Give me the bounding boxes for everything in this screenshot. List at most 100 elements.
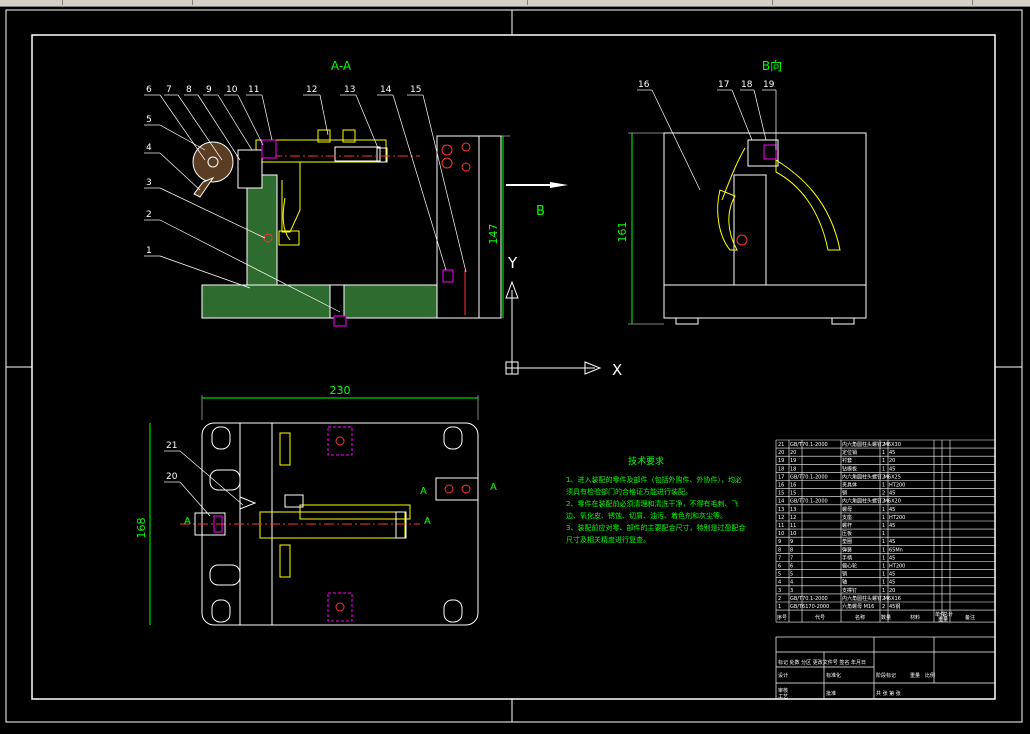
- bom-cell-qty: 1: [882, 547, 885, 553]
- svg-text:A: A: [184, 516, 191, 527]
- drawing-canvas[interactable]: A-A 147 B 6 7 8 9 10 11 12 13 14 15 5 4 …: [0, 7, 1030, 730]
- bom-cell-mat: 45: [889, 572, 895, 578]
- bom-cell-qty: 1: [882, 564, 885, 570]
- bom-cell-code: 12: [790, 515, 796, 521]
- bom-cell-code: GB/T70.1-2000: [790, 474, 828, 480]
- svg-text:9: 9: [206, 85, 212, 95]
- toolbar-button-4[interactable]: [527, 0, 773, 5]
- bom-cell-seq: 14: [778, 499, 784, 505]
- bom-cell-mat: 65Mn: [889, 547, 903, 553]
- bom-cell-mat: HT200: [889, 564, 905, 570]
- svg-text:6: 6: [146, 85, 152, 95]
- bom-cell-seq: 6: [778, 564, 781, 570]
- svg-text:20: 20: [166, 472, 178, 482]
- svg-text:12: 12: [306, 85, 317, 95]
- bom-cell-code: 18: [790, 466, 796, 472]
- bom-cell-mat: 45: [889, 555, 895, 561]
- svg-text:比例: 比例: [925, 672, 935, 679]
- bom-cell-qty: 1: [882, 466, 885, 472]
- bom-cell-mat: HT200: [889, 483, 905, 489]
- bom-cell-name: 夹具体: [842, 482, 857, 489]
- base-bolt-slot: [329, 284, 345, 319]
- bom-cell-seq: 16: [778, 483, 784, 489]
- bom-cell-seq: 4: [778, 580, 781, 586]
- bom-cell-seq: 12: [778, 515, 784, 521]
- bom-cell-qty: 2: [882, 596, 885, 602]
- bom-cell-name: 轴: [842, 579, 847, 586]
- bom-cell-qty: 1: [882, 588, 885, 594]
- bom-cell-mat: 20: [889, 588, 895, 594]
- bom-cell-seq: 15: [778, 491, 784, 497]
- section-label: A-A: [331, 59, 352, 73]
- bom-cell-qty: 2: [882, 474, 885, 480]
- bom-cell-code: 15: [790, 491, 796, 497]
- bom-cell-mat: 45: [889, 507, 895, 513]
- bom-cell-name: 压板: [842, 530, 852, 537]
- svg-text:10: 10: [226, 85, 238, 95]
- bom-cell-name: 定位销: [842, 449, 857, 456]
- bom-cell-qty: 1: [882, 539, 885, 545]
- title-block: [775, 636, 996, 700]
- bom-cell-seq: 8: [778, 547, 781, 553]
- svg-text:21: 21: [166, 441, 177, 451]
- cad-drawing: A-A 147 B 6 7 8 9 10 11 12 13 14 15 5 4 …: [5, 9, 1023, 723]
- bom-cell-mat: 45: [889, 523, 895, 529]
- bom-cell-qty: 1: [882, 555, 885, 561]
- bom-header-qty: 数量: [881, 614, 891, 621]
- base-nut: [333, 315, 347, 327]
- dim-147: 147: [487, 224, 500, 245]
- bom-cell-seq: 11: [778, 523, 784, 529]
- svg-text:19: 19: [763, 80, 775, 90]
- bom-cell-name: 支撑钉: [842, 587, 857, 594]
- toolbar-button-5[interactable]: [772, 0, 973, 5]
- bom-cell-mat: 45: [889, 580, 895, 586]
- bom-header-name: 名称: [855, 614, 865, 621]
- arrow-label-b: B: [536, 204, 545, 219]
- bom-cell-name: 支座: [842, 514, 852, 521]
- bom-cell-code: GB/T70.1-2000: [790, 499, 828, 505]
- toolbar-button-2[interactable]: [62, 0, 193, 5]
- ucs-axis-icon: [505, 280, 602, 375]
- bom-cell-name: 螺母: [842, 506, 852, 513]
- title-block-text: 标记 处数 分区 更改文件号 签名 年月日 设计 标准化 阶段标记 重量 比例 …: [778, 659, 935, 700]
- bom-cell-code: 6: [790, 564, 793, 570]
- bom-cell-seq: 19: [778, 458, 784, 464]
- technical-notes: 技术要求 1、进入装配的零件及部件（包括外购件、外协件），均必 须具有检验部门的…: [566, 455, 745, 544]
- bom-cell-qty: 1: [882, 531, 885, 537]
- svg-text:1、进入装配的零件及部件（包括外购件、外协件），均必: 1、进入装配的零件及部件（包括外购件、外协件），均必: [566, 475, 742, 484]
- bom-cell-seq: 17: [778, 474, 784, 480]
- plan-clamp-arm: [259, 511, 406, 539]
- bom-cell-qty: 2: [882, 491, 885, 497]
- bom-header-weight: 重量: [938, 616, 948, 623]
- bom-cell-mat: 20: [889, 458, 895, 464]
- bom-cell-name: 钻模板: [842, 465, 857, 472]
- bom-cell-code: GB/T70.1-2000: [790, 596, 828, 602]
- svg-text:11: 11: [248, 85, 259, 95]
- svg-text:边、氧化皮、锈蚀、切屑、油污、着色剂和灰尘等。: 边、氧化皮、锈蚀、切屑、油污、着色剂和灰尘等。: [566, 511, 727, 520]
- svg-text:共 张 第 张: 共 张 第 张: [876, 690, 901, 697]
- svg-text:须具有检验部门的合格证方能进行装配。: 须具有检验部门的合格证方能进行装配。: [566, 487, 692, 496]
- svg-text:17: 17: [718, 80, 729, 90]
- bom-cell-name: 内六角圆柱头螺钉 M6X20: [842, 498, 901, 505]
- svg-text:审核: 审核: [778, 687, 788, 694]
- svg-text:13: 13: [344, 85, 355, 95]
- bom-cell-code: 11: [790, 523, 796, 529]
- bom-cell-qty: 2: [882, 604, 885, 610]
- axis-x-label: X: [612, 361, 622, 379]
- bom-cell-seq: 7: [778, 555, 781, 561]
- svg-text:1: 1: [146, 246, 152, 256]
- toolbar-button-3[interactable]: [192, 0, 528, 5]
- toolbar-button-1[interactable]: [0, 0, 63, 5]
- svg-text:5: 5: [146, 115, 152, 125]
- bom-cell-code: 10: [790, 531, 796, 537]
- bom-cell-code: 13: [790, 507, 796, 513]
- bom-cell-qty: 1: [882, 458, 885, 464]
- notes-title: 技术要求: [628, 455, 664, 467]
- bom-cell-seq: 5: [778, 572, 781, 578]
- bom-cell-code: GB/T70.1-2000: [790, 442, 828, 448]
- bom-cell-seq: 20: [778, 450, 784, 456]
- bom-cell-name: 衬套: [842, 457, 852, 464]
- axis-y-label: Y: [507, 254, 518, 272]
- bom-table: 21 GB/T70.1-2000 内六角圆柱头螺钉 M6X30220 20 定位销 1 45…: [775, 439, 996, 623]
- bom-cell-code: 3: [790, 588, 793, 594]
